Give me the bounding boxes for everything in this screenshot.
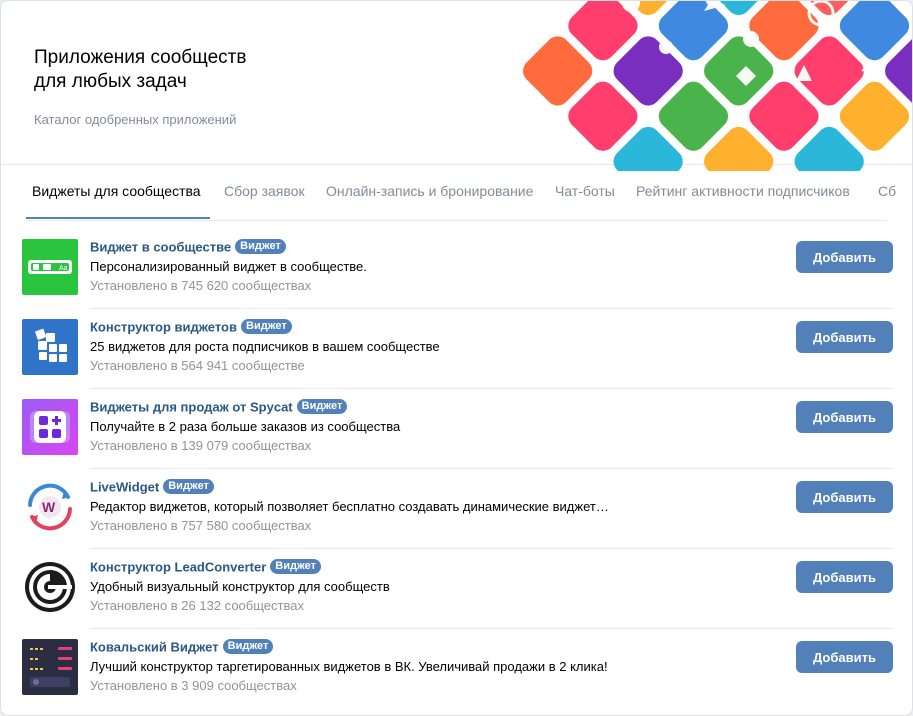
kovalsky-icon: [22, 639, 78, 695]
widget-badge: Виджет: [296, 399, 348, 415]
app-title-link[interactable]: Конструктор LeadConverter: [90, 559, 266, 574]
app-install-count: Установлено в 26 132 сообществах: [90, 598, 304, 613]
app-list-item: Aa Виджет в сообществе Виджет Персонализи…: [22, 229, 893, 309]
app-title-link[interactable]: LiveWidget: [90, 479, 159, 494]
widget-builder-icon: [22, 319, 78, 375]
app-description: 25 виджетов для роста подписчиков в ваше…: [90, 339, 440, 354]
app-list-item: Конструктор LeadConverter Виджет Удобный …: [22, 549, 893, 629]
app-list-item: Виджеты для продаж от Spycat Виджет Получ…: [22, 389, 893, 469]
app-list-item: Конструктор виджетов Виджет 25 виджетов д…: [22, 309, 893, 389]
page-title: Приложения сообществ для любых задач: [34, 46, 246, 94]
add-app-button[interactable]: Добавить: [796, 241, 893, 273]
tab-community-widgets[interactable]: Виджеты для сообщества: [32, 165, 201, 219]
app-title-line: Виджеты для продаж от Spycat Виджет: [90, 398, 348, 416]
livewidget-icon: W: [22, 479, 78, 535]
spycat-icon: [22, 399, 78, 455]
widget-badge: Виджет: [222, 639, 274, 655]
widget-badge: Виджет: [235, 239, 286, 255]
header-illustration: [523, 1, 912, 171]
app-catalog-card: Приложения сообществ для любых задач Кат…: [0, 0, 913, 716]
app-install-count: Установлено в 139 079 сообществах: [90, 438, 312, 453]
app-title-line: Конструктор виджетов Виджет: [90, 318, 292, 336]
add-app-button[interactable]: Добавить: [796, 561, 893, 593]
app-title-link[interactable]: Ковальский Виджет: [90, 639, 219, 654]
add-app-button[interactable]: Добавить: [796, 641, 893, 673]
tab-online-booking[interactable]: Онлайн-запись и бронирование: [326, 165, 533, 219]
app-install-count: Установлено в 3 909 сообществах: [90, 678, 297, 693]
active-tab-indicator: [26, 217, 210, 219]
tab-truncated[interactable]: Сб: [878, 165, 896, 219]
leadconverter-icon: [22, 559, 78, 615]
widget-badge: Виджет: [163, 479, 214, 495]
add-app-button[interactable]: Добавить: [796, 321, 893, 353]
page-title-line-2: для любых задач: [34, 71, 187, 92]
page-title-line-1: Приложения сообществ: [34, 47, 247, 68]
app-title-line: Виджет в сообществе Виджет: [90, 238, 286, 256]
app-description: Персонализированный виджет в сообществе.: [90, 259, 367, 274]
svg-text:W: W: [42, 499, 56, 515]
app-install-count: Установлено в 757 580 сообществах: [90, 518, 312, 533]
app-title-line: LiveWidget Виджет: [90, 478, 214, 496]
add-app-button[interactable]: Добавить: [796, 401, 893, 433]
tabs-divider: [26, 220, 887, 221]
tab-chatbots[interactable]: Чат-боты: [555, 165, 615, 219]
app-install-count: Установлено в 564 941 сообществе: [90, 358, 305, 373]
widget-badge: Виджет: [270, 559, 321, 575]
app-list-item: Ковальский Виджет Виджет Лучший конструкт…: [22, 629, 893, 709]
app-title-link[interactable]: Конструктор виджетов: [90, 319, 237, 334]
category-tabs: Виджеты для сообщества Сбор заявок Онлай…: [1, 165, 912, 221]
add-app-button[interactable]: Добавить: [796, 481, 893, 513]
app-install-count: Установлено в 745 620 сообществах: [90, 278, 312, 293]
app-title-line: Конструктор LeadConverter Виджет: [90, 558, 321, 576]
app-title-link[interactable]: Виджеты для продаж от Spycat: [90, 399, 293, 414]
catalog-header: Приложения сообществ для любых задач Кат…: [1, 1, 912, 171]
app-title-link[interactable]: Виджет в сообществе: [90, 239, 231, 254]
app-description: Получайте в 2 раза больше заказов из соо…: [90, 419, 401, 434]
tab-lead-collection[interactable]: Сбор заявок: [224, 165, 305, 219]
widget-badge: Виджет: [241, 319, 292, 335]
page-subtitle: Каталог одобренных приложений: [34, 112, 237, 127]
app-description: Удобный визуальный конструктор для сообщ…: [90, 579, 390, 594]
tab-subscriber-activity-rating[interactable]: Рейтинг активности подписчиков: [636, 165, 850, 219]
app-title-line: Ковальский Виджет Виджет: [90, 638, 274, 656]
widget-in-community-icon: Aa: [22, 239, 78, 295]
app-list-item: W LiveWidget Виджет Редактор виджетов, ко…: [22, 469, 893, 549]
app-description: Редактор виджетов, который позволяет бес…: [90, 499, 609, 514]
app-description: Лучший конструктор таргетированных видже…: [90, 659, 608, 674]
svg-text:Aa: Aa: [59, 265, 68, 272]
